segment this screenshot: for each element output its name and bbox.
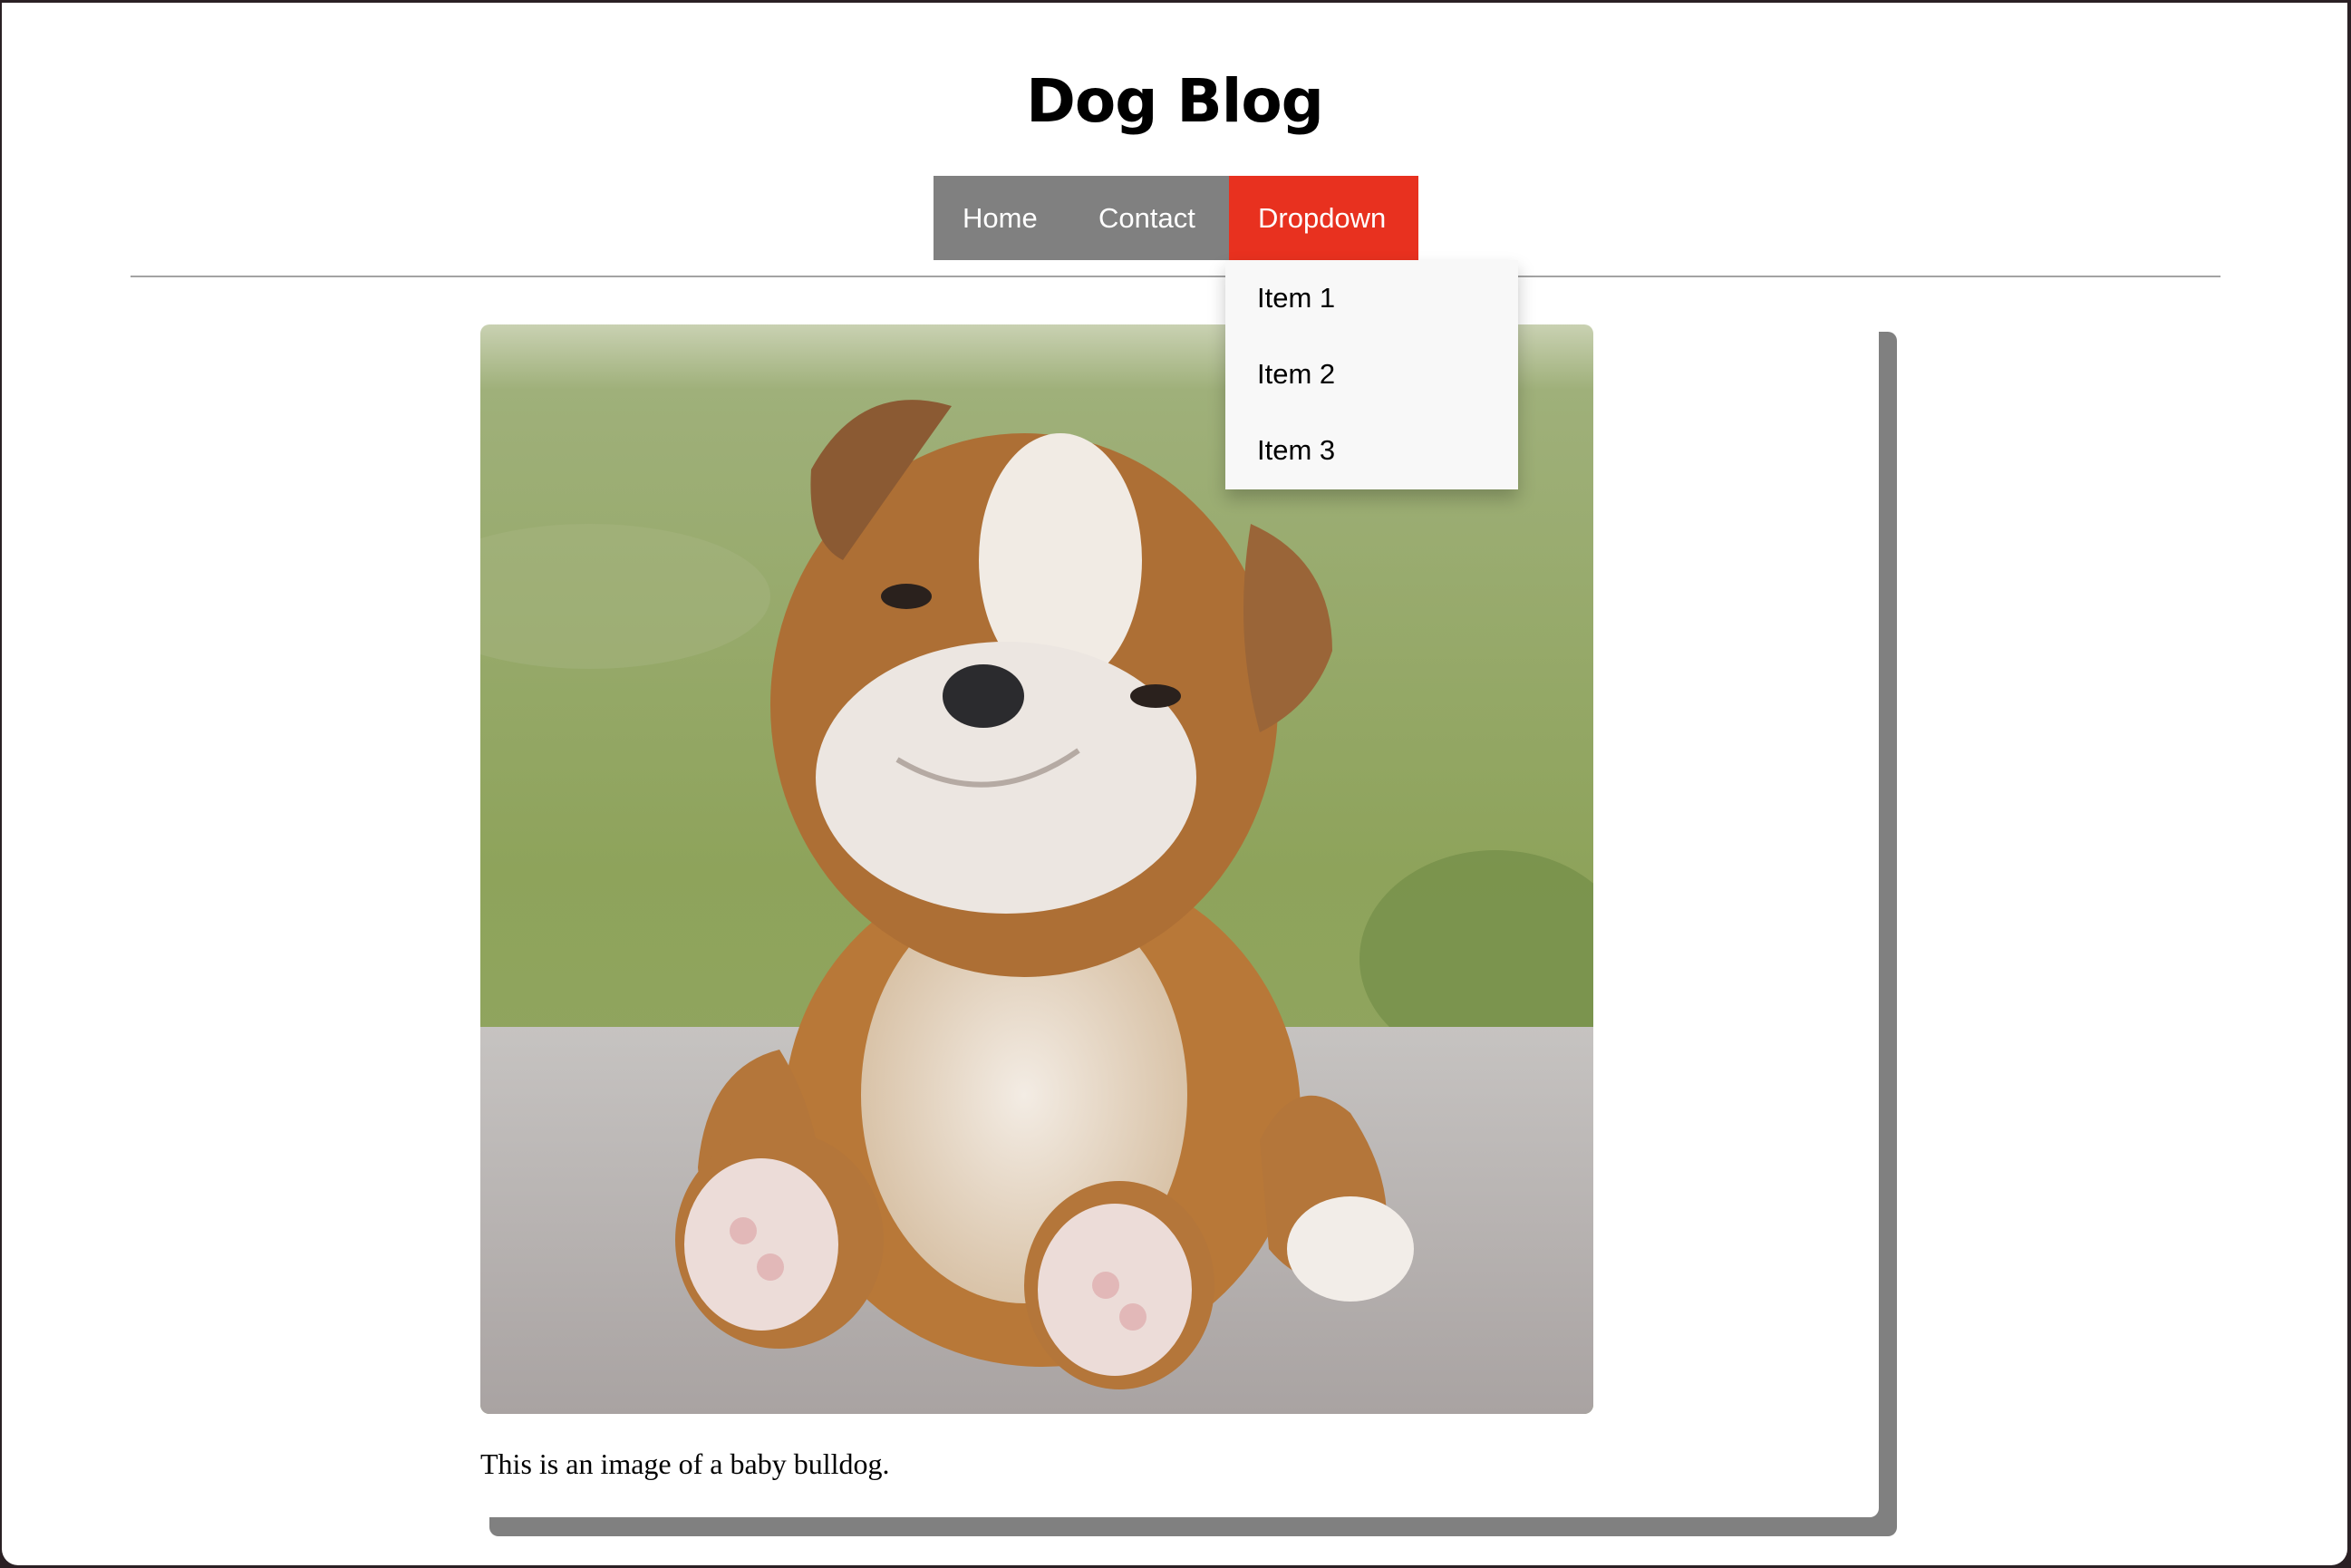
page: Dog Blog Home Contact Dropdown This is a…: [2, 3, 2347, 1565]
nav-contact-link[interactable]: Contact: [1069, 176, 1229, 260]
dropdown-menu: Item 1 Item 2 Item 3: [1225, 260, 1518, 489]
dropdown-item-3[interactable]: Item 3: [1225, 412, 1518, 489]
header-divider: [131, 276, 2220, 277]
dropdown-item-1[interactable]: Item 1: [1225, 260, 1518, 336]
dropdown-item-2[interactable]: Item 2: [1225, 336, 1518, 412]
navbar: Home Contact Dropdown: [934, 176, 1418, 260]
nav-home-link[interactable]: Home: [934, 176, 1069, 260]
site-title: Dog Blog: [1026, 66, 1324, 136]
nav-dropdown-button[interactable]: Dropdown: [1229, 176, 1418, 260]
post-caption: This is an image of a baby bulldog.: [480, 1447, 890, 1480]
